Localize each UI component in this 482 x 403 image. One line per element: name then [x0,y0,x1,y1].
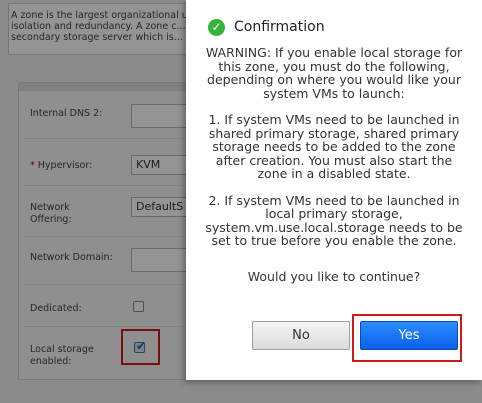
yes-button-highlight [352,314,462,362]
no-button[interactable]: No [252,321,350,350]
shared-storage-paragraph: 1. If system VMs need to be launched in … [208,112,460,181]
dialog-title: Confirmation [234,19,325,35]
check-circle-icon: ✓ [208,19,225,36]
local-storage-paragraph: 2. If system VMs need to be launched in … [205,192,463,248]
continue-question: Would you like to continue? [247,268,421,284]
dialog-message: WARNING: If you enable local storage for… [200,46,468,296]
warning-paragraph: WARNING: If you enable local storage for… [205,45,463,101]
